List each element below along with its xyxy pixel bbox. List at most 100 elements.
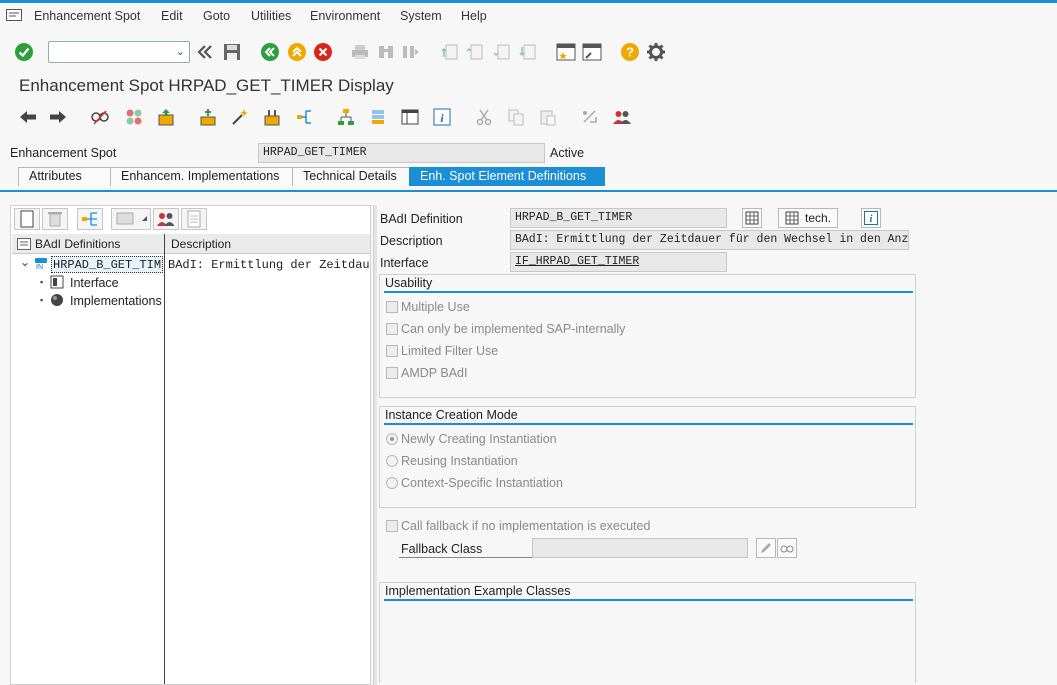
badi-grid-button[interactable] xyxy=(742,208,762,228)
hierarchy-icon[interactable] xyxy=(336,107,356,127)
radio-button[interactable] xyxy=(386,477,398,489)
checkbox-box[interactable] xyxy=(386,520,398,532)
chevron-down-icon[interactable]: ⌄ xyxy=(20,255,30,269)
command-field[interactable]: ⌄ xyxy=(48,41,190,63)
column-header-description[interactable]: Description xyxy=(171,237,231,251)
cancel-icon[interactable] xyxy=(313,42,333,62)
info-button[interactable]: i xyxy=(861,208,881,228)
checkbox-box[interactable] xyxy=(386,367,398,379)
new-session-icon[interactable] xyxy=(556,42,576,62)
checkbox-box[interactable] xyxy=(386,323,398,335)
menu-edit[interactable]: Edit xyxy=(161,9,183,23)
undo-icon[interactable] xyxy=(580,107,600,127)
chevron-down-icon[interactable]: ⌄ xyxy=(176,45,185,58)
enhance-icon[interactable] xyxy=(262,107,282,127)
collapse-toolbar-icon[interactable] xyxy=(195,42,215,62)
last-page-icon[interactable] xyxy=(518,42,538,62)
checkbox-sap-internal[interactable]: Can only be implemented SAP-internally xyxy=(386,322,625,336)
find-next-icon[interactable] xyxy=(401,42,421,62)
enter-check-icon[interactable] xyxy=(14,42,34,62)
checkbox-box[interactable] xyxy=(386,301,398,313)
grid-icon xyxy=(745,211,759,225)
tech-button-label: tech. xyxy=(804,211,831,225)
print-icon[interactable] xyxy=(350,42,370,62)
previous-page-icon[interactable] xyxy=(465,42,485,62)
menu-enhancement-spot[interactable]: Enhancement Spot xyxy=(34,9,140,23)
tab-enh-spot-element-definitions[interactable]: Enh. Spot Element Definitions xyxy=(409,167,605,186)
branch-icon[interactable] xyxy=(294,107,314,127)
layout-icon[interactable] xyxy=(400,107,420,127)
interface-field[interactable]: IF_HRPAD_GET_TIMER xyxy=(510,252,727,272)
documentation-button[interactable] xyxy=(181,208,207,230)
tree-bullet: ▪ xyxy=(40,295,44,305)
label-underline xyxy=(399,557,532,558)
menu-environment[interactable]: Environment xyxy=(310,9,380,23)
arrow-right-icon[interactable] xyxy=(48,107,68,127)
gear-icon[interactable] xyxy=(646,42,666,62)
instance-creation-title: Instance Creation Mode xyxy=(385,408,518,422)
enhancement-spot-field[interactable]: HRPAD_GET_TIMER xyxy=(258,143,545,163)
radio-reusing[interactable]: Reusing Instantiation xyxy=(386,454,518,468)
checkbox-label: Can only be implemented SAP-internally xyxy=(401,322,626,336)
menu-utilities[interactable]: Utilities xyxy=(251,9,291,23)
tree-column-divider xyxy=(164,234,165,684)
tab-technical-details[interactable]: Technical Details xyxy=(292,167,410,186)
create-shortcut-icon[interactable] xyxy=(582,42,602,62)
tab-enhancement-implementations[interactable]: Enhancem. Implementations xyxy=(110,167,293,186)
checkbox-multiple-use[interactable]: Multiple Use xyxy=(386,300,470,314)
checkbox-amdp-badi[interactable]: AMDP BAdI xyxy=(386,366,467,380)
tree-row-interface[interactable]: Interface xyxy=(70,276,119,290)
exit-icon[interactable] xyxy=(287,42,307,62)
checkbox-label: Multiple Use xyxy=(401,300,470,314)
menu-icon[interactable] xyxy=(6,9,22,21)
radio-button[interactable] xyxy=(386,455,398,467)
panel-splitter[interactable] xyxy=(373,205,377,685)
menu-goto[interactable]: Goto xyxy=(203,9,230,23)
tree-bullet: ▪ xyxy=(40,277,44,287)
edit-fallback-button[interactable] xyxy=(756,538,776,558)
column-header-badi-definitions[interactable]: BAdI Definitions xyxy=(35,237,120,251)
subtree-icon xyxy=(82,212,97,226)
display-change-icon[interactable] xyxy=(90,107,110,127)
radio-context-specific[interactable]: Context-Specific Instantiation xyxy=(386,476,563,490)
save-icon[interactable] xyxy=(222,42,242,62)
tech-button[interactable]: tech. xyxy=(778,208,838,228)
menu-system[interactable]: System xyxy=(400,9,442,23)
checkbox-call-fallback[interactable]: Call fallback if no implementation is ex… xyxy=(386,519,650,533)
users-icon[interactable] xyxy=(612,107,632,127)
info-icon[interactable]: i xyxy=(432,107,452,127)
back-icon[interactable] xyxy=(260,42,280,62)
other-object-icon[interactable] xyxy=(124,107,144,127)
next-page-icon[interactable] xyxy=(492,42,512,62)
create-button[interactable] xyxy=(14,208,40,230)
tree-row-badi-description[interactable]: BAdI: Ermittlung der Zeitdauer für de xyxy=(168,258,370,272)
copy-icon[interactable] xyxy=(506,107,526,127)
display-options-button[interactable] xyxy=(111,208,151,230)
radio-newly-creating[interactable]: Newly Creating Instantiation xyxy=(386,432,557,446)
activate-icon[interactable] xyxy=(156,107,176,127)
checkbox-box[interactable] xyxy=(386,345,398,357)
help-icon[interactable]: ? xyxy=(620,42,640,62)
cut-icon[interactable] xyxy=(474,107,494,127)
first-page-icon[interactable] xyxy=(440,42,460,62)
arrow-left-icon[interactable] xyxy=(18,107,38,127)
badi-definition-field[interactable]: HRPAD_B_GET_TIMER xyxy=(510,208,727,228)
find-icon[interactable] xyxy=(376,42,396,62)
tree-row-badi-name[interactable]: HRPAD_B_GET_TIM xyxy=(51,256,163,273)
users-button[interactable] xyxy=(153,208,179,230)
stack-icon[interactable] xyxy=(368,107,388,127)
tab-attributes[interactable]: Attributes xyxy=(18,167,111,186)
radio-button[interactable] xyxy=(386,433,398,445)
description-field[interactable]: BAdI: Ermittlung der Zeitdauer für den W… xyxy=(510,230,909,250)
menu-help[interactable]: Help xyxy=(461,9,487,23)
checkbox-limited-filter[interactable]: Limited Filter Use xyxy=(386,344,498,358)
where-used-icon[interactable] xyxy=(198,107,218,127)
delete-button[interactable] xyxy=(42,208,68,230)
magic-wand-icon[interactable] xyxy=(230,107,250,127)
tree-row-implementations[interactable]: Implementations xyxy=(70,294,162,308)
fallback-class-field[interactable] xyxy=(532,538,748,558)
display-fallback-button[interactable] xyxy=(777,538,797,558)
expand-subtree-button[interactable] xyxy=(77,208,103,230)
users-icon xyxy=(157,213,175,226)
paste-icon[interactable] xyxy=(538,107,558,127)
